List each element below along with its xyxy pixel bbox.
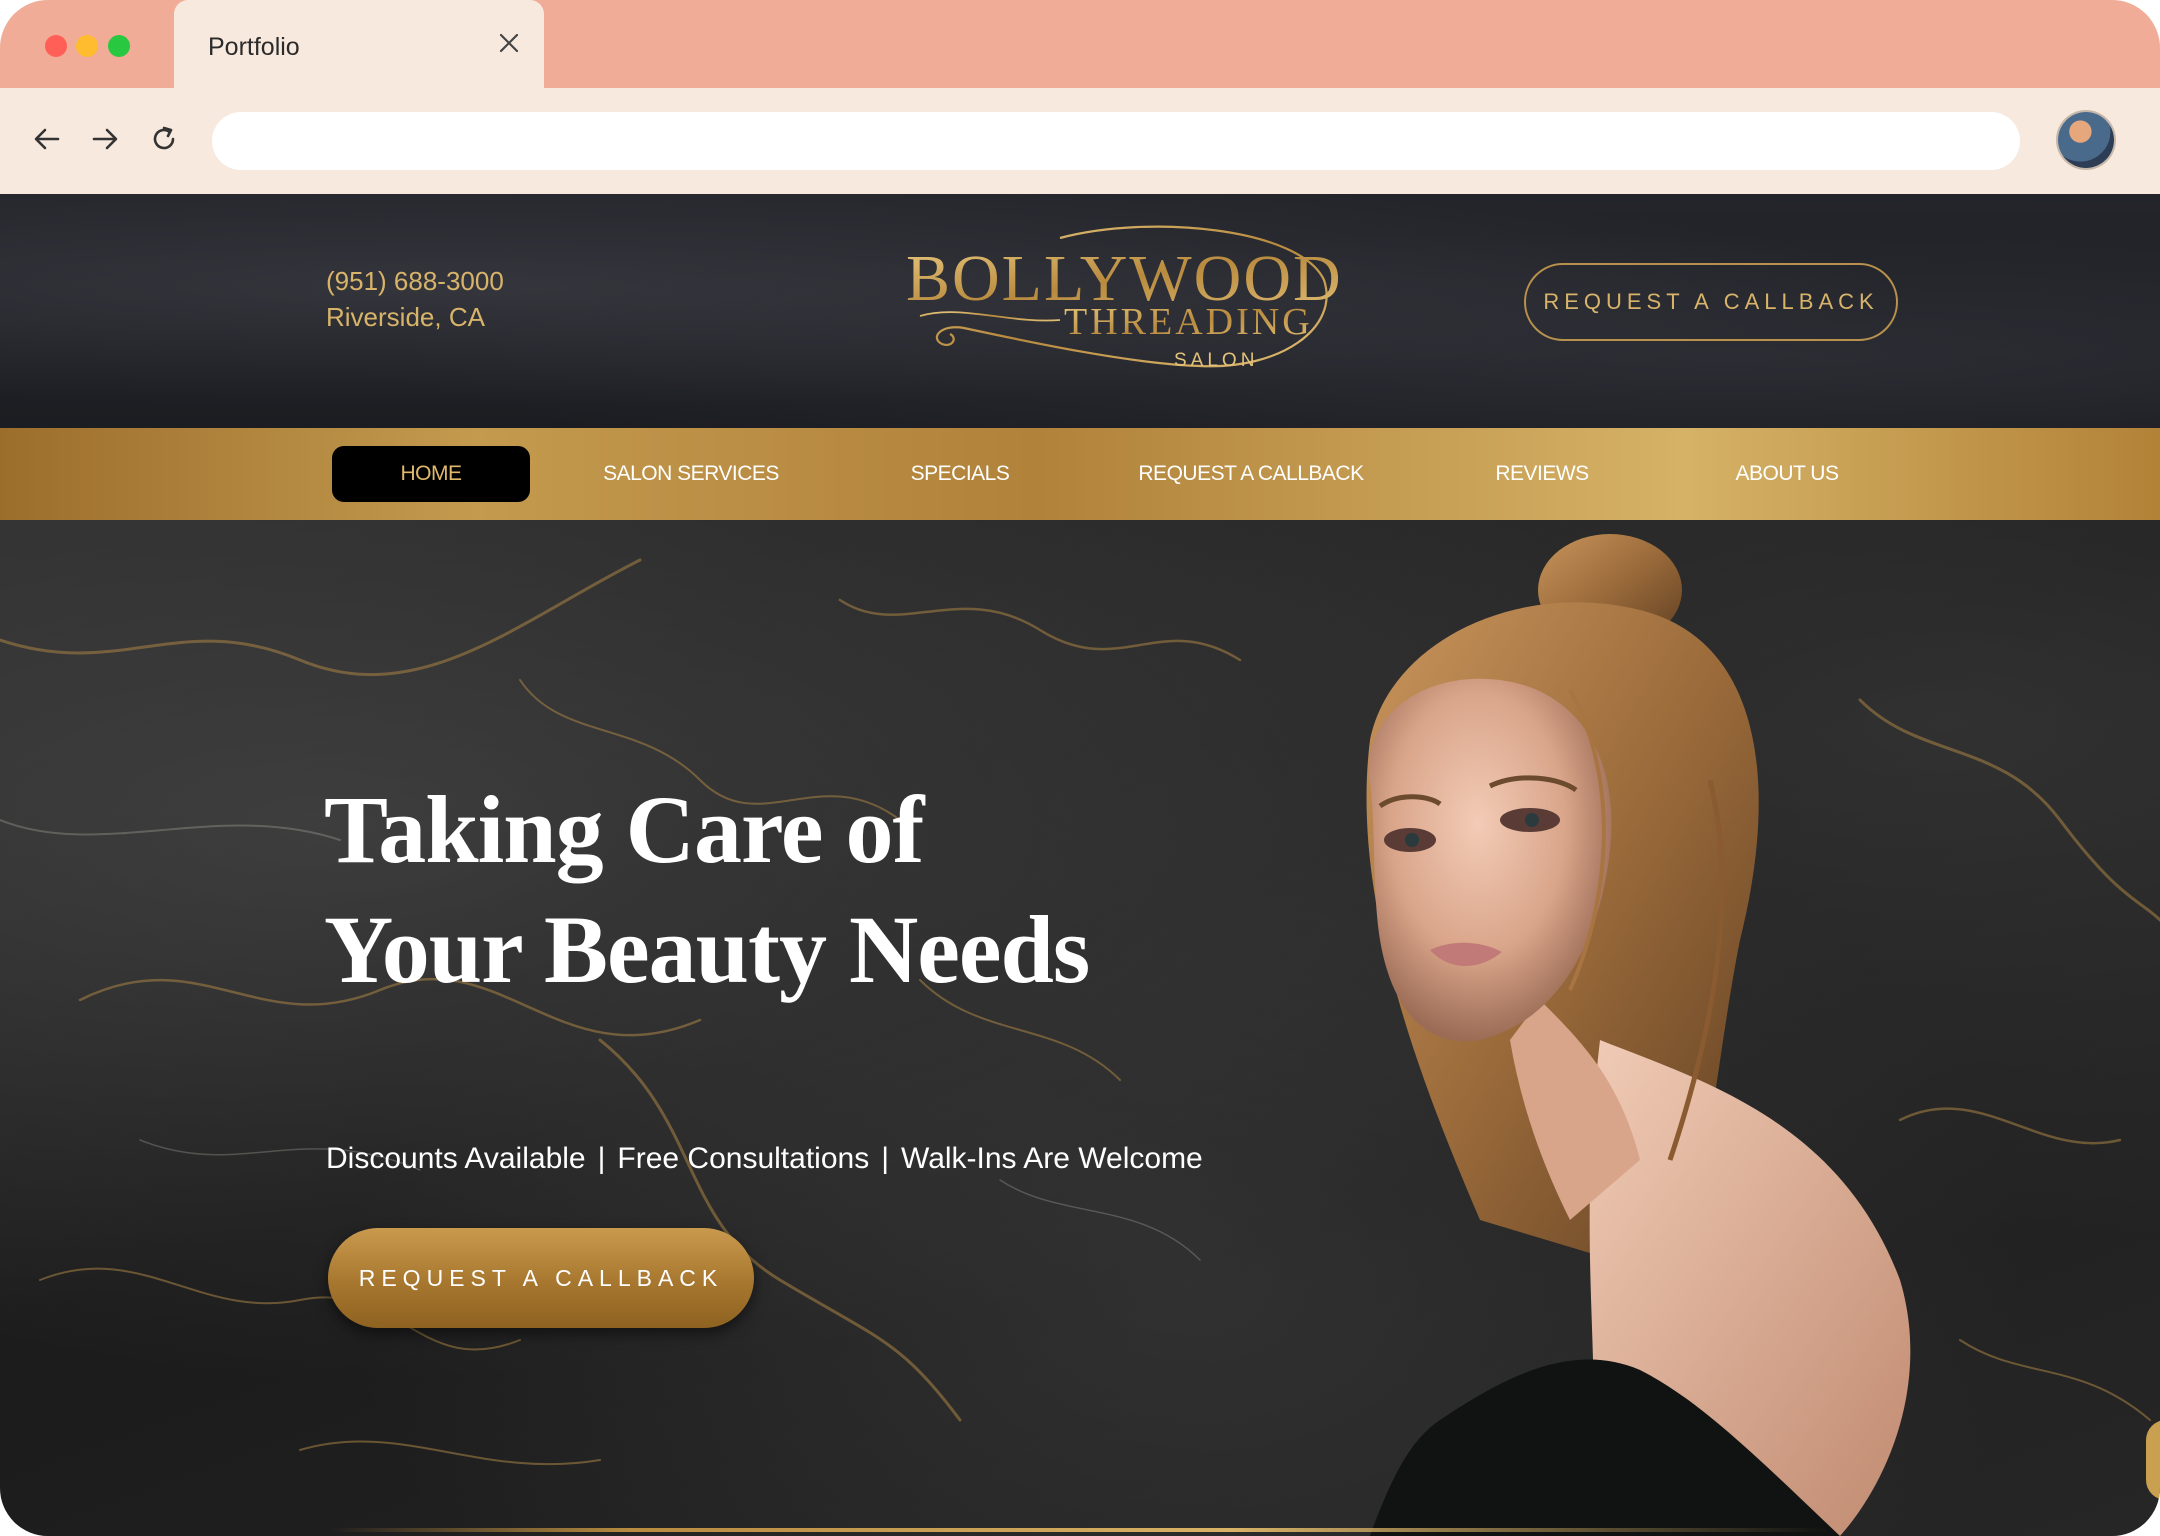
hero-title: Taking Care of Your Beauty Needs [324,770,1090,1010]
feature-consultations: Free Consultations [617,1142,870,1175]
feature-discounts: Discounts Available [326,1142,586,1175]
nav-about-us[interactable]: ABOUT US [1722,446,1852,502]
browser-window: Portfolio (951) 688-3000 Riverside, CA B… [0,0,2160,1536]
nav-home[interactable]: HOME [332,446,530,502]
svg-text:THREADING: THREADING [1064,301,1313,343]
model-portrait-image [1366,534,1911,1536]
request-callback-hero-button[interactable]: REQUEST A CALLBACK [328,1228,754,1328]
reload-icon[interactable] [147,122,181,156]
site-header: (951) 688-3000 Riverside, CA BOLLYWOOD T… [0,194,2160,428]
feature-separator: | [597,1142,606,1175]
hero-features: Discounts Available | Free Consultations | W… [326,1142,1203,1176]
minimize-window-button[interactable] [76,35,98,57]
close-icon[interactable] [496,30,522,56]
nav-specials[interactable]: SPECIALS [880,446,1040,502]
main-nav: HOME SALON SERVICES SPECIALS REQUEST A C… [0,428,2160,520]
gold-divider [330,1528,1830,1532]
browser-toolbar [0,88,2160,194]
phone-number[interactable]: (951) 688-3000 [326,266,504,297]
tab-portfolio[interactable]: Portfolio [174,0,544,90]
nav-request-callback[interactable]: REQUEST A CALLBACK [1136,446,1366,502]
nav-salon-services[interactable]: SALON SERVICES [596,446,786,502]
hero-title-line2: Your Beauty Needs [324,896,1090,1003]
nav-reviews[interactable]: REVIEWS [1480,446,1604,502]
tab-bar: Portfolio [0,0,2160,90]
arrow-right-icon[interactable] [88,122,122,156]
feature-walkins: Walk-Ins Are Welcome [901,1142,1203,1175]
hero-title-line1: Taking Care of [324,776,924,883]
arrow-left-icon[interactable] [30,122,64,156]
avatar[interactable] [2058,112,2114,168]
hero-section: Taking Care of Your Beauty Needs Discoun… [0,520,2160,1536]
location-text: Riverside, CA [326,302,485,332]
side-scroll-handle[interactable] [2146,1420,2160,1500]
maximize-window-button[interactable] [108,35,130,57]
feature-separator: | [881,1142,889,1175]
request-callback-header-button[interactable]: REQUEST A CALLBACK [1524,263,1898,341]
close-window-button[interactable] [45,35,67,57]
address-bar[interactable] [212,112,2020,170]
svg-text:SALON: SALON [1174,350,1258,371]
salon-logo[interactable]: BOLLYWOOD THREADING SALON [900,220,1340,384]
tab-title: Portfolio [208,33,300,61]
